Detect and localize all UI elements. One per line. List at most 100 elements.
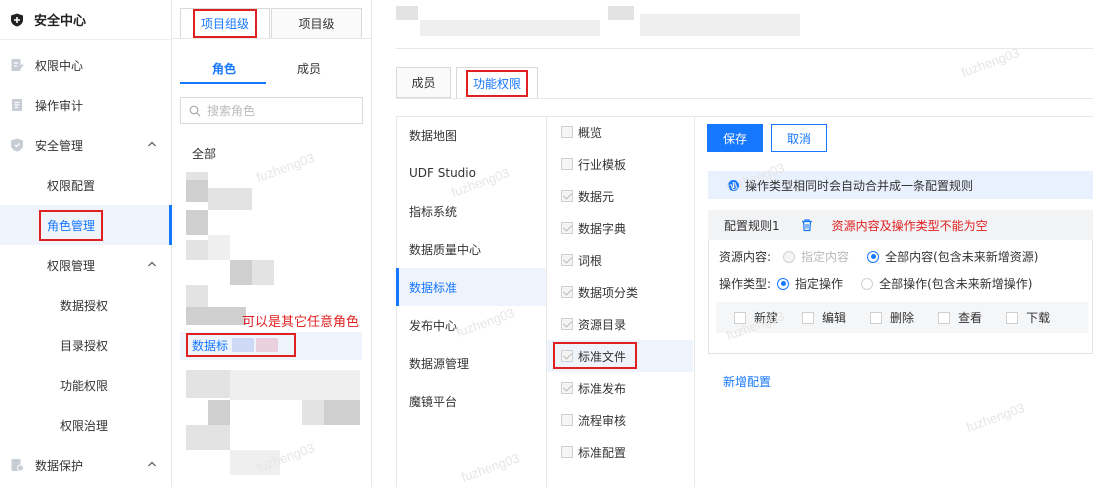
sidebar-item-data-authorization[interactable]: 数据授权 (0, 285, 171, 325)
checkbox[interactable] (561, 190, 573, 202)
perm-standard-file[interactable]: 标准文件 (547, 340, 693, 372)
sidebar-item-permission-center[interactable]: 权限中心 (0, 45, 171, 85)
radio-all-content[interactable]: 全部内容(包含未来新增资源) (867, 248, 1038, 265)
checkbox[interactable] (561, 382, 573, 394)
perm-data-item-category[interactable]: 数据项分类 (547, 276, 693, 308)
add-config-link[interactable]: 新增配置 (723, 373, 771, 390)
sidebar-item-label: 数据保护 (35, 458, 84, 473)
perm-standard-publish[interactable]: 标准发布 (547, 372, 693, 404)
checkbox[interactable] (561, 222, 573, 234)
sidebar-item-audit[interactable]: 操作审计 (0, 85, 171, 125)
data-protect-icon (11, 459, 24, 472)
selected-role-label: 数据标 (192, 338, 229, 353)
document-icon (12, 99, 22, 111)
sidebar-item-permission-management[interactable]: 权限管理 (0, 245, 171, 285)
redacted-block (186, 240, 208, 260)
sidebar-item-label: 角色管理 (47, 218, 96, 233)
redacted-block (252, 260, 274, 285)
checkbox[interactable] (561, 446, 573, 458)
category-datasource-management[interactable]: 数据源管理 (396, 344, 546, 382)
category-metric-system[interactable]: 指标系统 (396, 192, 546, 230)
radio-all-operation[interactable]: 全部操作(包含未来新增操作) (861, 275, 1032, 292)
redacted-block (208, 188, 230, 210)
rule-title: 配置规则1 (724, 218, 780, 233)
tab-members[interactable]: 成员 (396, 67, 451, 98)
radio-button[interactable] (867, 250, 880, 263)
checkbox[interactable] (1006, 311, 1019, 324)
op-delete[interactable]: 删除 (870, 309, 914, 326)
category-label: 指标系统 (409, 204, 458, 219)
category-label: 数据源管理 (409, 356, 470, 371)
perm-label: 标准配置 (578, 445, 627, 460)
tab-function-permission[interactable]: 功能权限 (456, 67, 538, 98)
category-data-map[interactable]: 数据地图 (396, 116, 546, 154)
checkbox[interactable] (561, 254, 573, 266)
radio-button[interactable] (861, 277, 874, 290)
tab-project-level[interactable]: 项目级 (271, 8, 362, 38)
checkbox[interactable] (938, 311, 951, 324)
checkbox[interactable] (561, 318, 573, 330)
sidebar-item-role-management[interactable]: 角色管理 (0, 205, 172, 245)
radio-label: 全部操作(包含未来新增操作) (879, 277, 1033, 291)
category-mirror-platform[interactable]: 魔镜平台 (396, 382, 546, 420)
op-edit[interactable]: 编辑 (802, 309, 846, 326)
category-label: 数据地图 (409, 128, 458, 143)
perm-standard-config[interactable]: 标准配置 (547, 436, 693, 468)
radio-specified-operation[interactable]: 指定操作 (777, 275, 843, 292)
radio-specified-content[interactable]: 指定内容 (783, 248, 849, 265)
radio-button[interactable] (777, 277, 790, 290)
perm-data-element[interactable]: 数据元 (547, 180, 693, 212)
perm-process-review[interactable]: 流程审核 (547, 404, 693, 436)
sidebar: 安全中心 权限中心 操作审计 安全管理 权限配置 角色管理 权限管理 数据授权 … (0, 0, 172, 487)
tab-project-group-level[interactable]: 项目组级 (180, 8, 270, 38)
chevron-up-icon (148, 141, 156, 147)
annotation-text: 可以是其它任意角色 (242, 315, 360, 330)
perm-resource-catalog[interactable]: 资源目录 (547, 308, 693, 340)
checkbox[interactable] (870, 311, 883, 324)
perm-industry-template[interactable]: 行业模板 (547, 148, 693, 180)
sidebar-item-security-management[interactable]: 安全管理 (0, 125, 171, 165)
sidebar-item-label: 权限管理 (47, 258, 96, 273)
category-label: 数据质量中心 (409, 242, 482, 257)
sidebar-item-permission-config[interactable]: 权限配置 (0, 165, 171, 205)
subtab-roles[interactable]: 角色 (212, 60, 236, 77)
perm-label: 数据元 (578, 189, 615, 204)
perm-word-root[interactable]: 词根 (547, 244, 693, 276)
rule-error: 资源内容及操作类型不能为空 (831, 218, 988, 233)
sidebar-item-label: 功能权限 (60, 378, 109, 393)
annotation-box-selected-role: 数据标 (186, 333, 296, 357)
chevron-up-icon (148, 261, 156, 267)
perm-label: 行业模板 (578, 157, 627, 172)
radio-label: 指定操作 (795, 277, 844, 291)
role-item-all[interactable]: 全部 (192, 145, 216, 162)
category-data-standard[interactable]: 数据标准 (396, 268, 546, 306)
checkbox[interactable] (561, 414, 573, 426)
sidebar-item-function-permission[interactable]: 功能权限 (0, 365, 171, 405)
redacted-block (186, 285, 208, 307)
role-search-input[interactable]: 搜索角色 (180, 97, 363, 124)
checkbox[interactable] (561, 126, 573, 138)
perm-data-dictionary[interactable]: 数据字典 (547, 212, 693, 244)
op-download[interactable]: 下载 (1006, 309, 1050, 326)
category-label: UDF Studio (409, 166, 476, 180)
op-view[interactable]: 查看 (938, 309, 982, 326)
redacted-block (302, 400, 324, 425)
category-data-quality[interactable]: 数据质量中心 (396, 230, 546, 268)
sidebar-item-data-protection[interactable]: 数据保护 (0, 445, 171, 485)
redacted-block (256, 338, 279, 352)
checkbox[interactable] (561, 158, 573, 170)
redacted-block (232, 338, 255, 352)
checkbox[interactable] (802, 311, 815, 324)
save-button[interactable]: 保存 (707, 124, 763, 152)
op-label: 编辑 (822, 311, 847, 325)
subtab-members[interactable]: 成员 (297, 60, 321, 77)
trash-icon[interactable] (800, 218, 814, 232)
redacted-block (186, 425, 230, 450)
sidebar-item-permission-governance[interactable]: 权限治理 (0, 405, 171, 445)
radio-button[interactable] (783, 250, 796, 263)
cancel-button[interactable]: 取消 (771, 124, 827, 152)
checkbox[interactable] (561, 286, 573, 298)
perm-overview[interactable]: 概览 (547, 116, 693, 148)
checkbox[interactable] (561, 350, 573, 362)
sidebar-item-catalog-authorization[interactable]: 目录授权 (0, 325, 171, 365)
